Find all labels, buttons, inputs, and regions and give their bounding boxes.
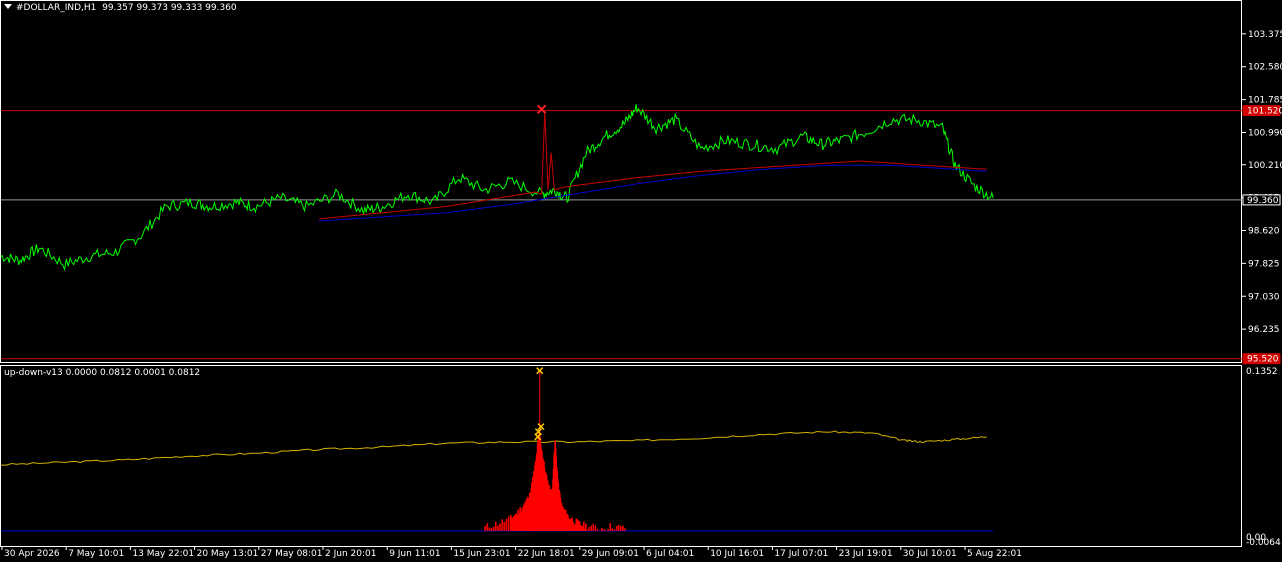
histogram-bar: [624, 528, 626, 531]
x-tick-label: 13 May 22:01: [132, 549, 194, 559]
histogram-bar: [613, 529, 616, 531]
sub-panel-header: up-down-v13 0.0000 0.0812 0.0001 0.0812: [4, 368, 200, 378]
histogram-bar: [609, 523, 612, 531]
level-price-label: 101.520: [1247, 107, 1282, 117]
price-series: [0, 104, 994, 272]
x-tick-label: 5 Aug 22:01: [967, 549, 1022, 559]
dropdown-triangle-icon[interactable]: [4, 4, 12, 9]
main-y-tick-label: 101.785: [1248, 96, 1282, 106]
histogram-bar: [486, 523, 489, 531]
histogram-bar: [598, 530, 601, 532]
x-tick-label: 7 May 10:01: [68, 549, 124, 559]
indicator-values: 0.0000 0.0812 0.0001 0.0812: [65, 368, 201, 378]
oscillator-series: [1, 430, 987, 466]
main-y-tick-label: 100.210: [1248, 161, 1282, 171]
x-tick-label: 30 Jul 10:01: [903, 549, 957, 559]
main-y-tick-label: 97.030: [1248, 292, 1280, 302]
histogram-bar: [592, 523, 595, 531]
level-price-label: 95.520: [1247, 355, 1279, 365]
main-y-tick-label: 96.235: [1248, 325, 1280, 335]
peak-marker-icon: [536, 104, 547, 115]
x-tick-label: 6 Jul 04:01: [646, 549, 694, 559]
histogram-bar: [622, 525, 624, 531]
ma-blue-series: [318, 164, 987, 222]
histogram-bar: [492, 526, 495, 531]
x-tick-label: 2 Jun 20:01: [325, 549, 376, 559]
histogram-bar: [484, 525, 486, 531]
x-tick-label: 23 Jul 19:01: [839, 549, 893, 559]
main-y-tick-label: 102.580: [1248, 63, 1282, 73]
histogram-bar: [600, 527, 603, 531]
main-y-tick-label: 98.620: [1248, 227, 1280, 237]
histogram-bar: [605, 530, 607, 531]
x-tick-label: 17 Jul 07:01: [774, 549, 828, 559]
histogram-bar: [594, 525, 597, 531]
main-y-tick-label: 97.825: [1248, 259, 1280, 269]
main-panel-header: #DOLLAR_IND,H1 99.357 99.373 99.333 99.3…: [4, 3, 237, 13]
histogram-bar: [611, 528, 614, 531]
sub-y-tick-label: -0.0064: [1246, 538, 1281, 548]
histogram-bar: [620, 526, 622, 531]
x-tick-label: 10 Jul 16:01: [710, 549, 764, 559]
main-panel-border: [0, 0, 1242, 363]
x-tick-label: 15 Jun 23:01: [453, 549, 510, 559]
histogram-bar: [617, 524, 620, 531]
histogram-bar: [499, 523, 501, 531]
histogram-bar: [507, 516, 510, 531]
histogram-bar: [497, 525, 499, 531]
histogram-bar: [503, 521, 506, 531]
trading-chart[interactable]: 103.375102.580101.785100.990100.21099.41…: [0, 0, 1282, 562]
x-tick-label: 30 Apr 2026: [4, 549, 60, 559]
x-tick-label: 22 Jun 18:01: [518, 549, 575, 559]
histogram-bar: [596, 529, 599, 531]
histogram-bar: [588, 527, 590, 531]
histogram-bar: [586, 529, 588, 531]
ohlc-values: 99.357 99.373 99.333 99.360: [102, 3, 237, 13]
histogram-bar: [590, 525, 592, 531]
current-price-label: 99.360: [1247, 196, 1279, 206]
x-tick-label: 20 May 13:01: [197, 549, 259, 559]
histogram-bar: [615, 525, 618, 531]
sub-y-tick-label: 0.1352: [1246, 367, 1278, 377]
histogram-bar: [505, 518, 508, 531]
histogram-bar: [603, 529, 605, 531]
histogram-bar: [501, 519, 503, 531]
indicator-label: up-down-v13: [4, 368, 63, 378]
chart-svg[interactable]: 103.375102.580101.785100.990100.21099.41…: [0, 0, 1282, 562]
histogram-bar: [490, 528, 493, 531]
x-tick-label: 9 Jun 11:01: [389, 549, 440, 559]
histogram-bar: [488, 527, 491, 531]
histogram-bar: [494, 521, 497, 531]
x-tick-label: 27 May 08:01: [261, 549, 323, 559]
main-y-tick-label: 100.990: [1248, 128, 1282, 138]
main-y-tick-label: 103.375: [1248, 30, 1282, 40]
histogram-bar: [607, 529, 609, 531]
x-tick-label: 29 Jun 09:01: [582, 549, 639, 559]
symbol-label: #DOLLAR_IND,H1: [16, 3, 97, 13]
